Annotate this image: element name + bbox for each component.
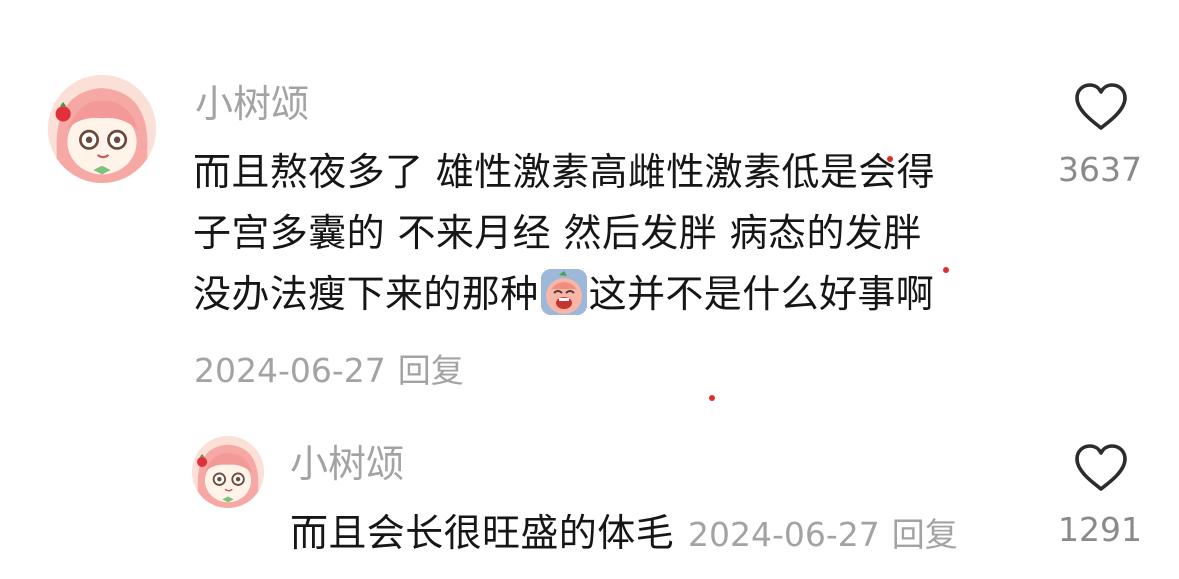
crying-face-sticker-icon xyxy=(540,269,587,315)
anime-girl-avatar-icon xyxy=(48,75,156,183)
reply-reply-button[interactable]: 回复 xyxy=(892,515,958,554)
like-button[interactable] xyxy=(1073,82,1129,132)
reply-username[interactable]: 小树颂 xyxy=(290,442,404,486)
red-dot-marker xyxy=(887,156,893,162)
red-dot-marker xyxy=(943,267,949,273)
comment-text: 而且熬夜多了 雄性激素高雌性激素低是会得 子宫多囊的 不来月经 然后发胖 病态的… xyxy=(193,142,1023,325)
commenter-username[interactable]: 小树颂 xyxy=(195,82,309,126)
like-count: 3637 xyxy=(1058,150,1142,189)
red-dot-marker xyxy=(709,395,715,401)
comment-date: 2024-06-27 xyxy=(194,351,386,390)
reply-like-button[interactable] xyxy=(1073,443,1129,493)
reply-text: 而且会长很旺盛的体毛 xyxy=(290,511,675,555)
comment-line-part: 没办法瘦下来的那种 xyxy=(193,272,539,316)
reply-button[interactable]: 回复 xyxy=(398,351,464,390)
reply-avatar[interactable] xyxy=(192,436,264,508)
heart-outline-icon xyxy=(1075,83,1127,130)
comment-line: 而且熬夜多了 雄性激素高雌性激素低是会得 xyxy=(193,150,936,194)
comment-line: 没办法瘦下来的那种 这并不是什么好事啊 xyxy=(193,264,1023,325)
heart-outline-icon xyxy=(1075,444,1127,491)
commenter-avatar[interactable] xyxy=(48,75,156,183)
comment-line: 子宫多囊的 不来月经 然后发胖 病态的发胖 xyxy=(193,211,922,255)
comment-meta: 2024-06-27 回复 xyxy=(194,350,464,392)
anime-girl-avatar-icon xyxy=(192,436,264,508)
reply-date: 2024-06-27 xyxy=(688,515,880,554)
reply-content-row: 而且会长很旺盛的体毛 2024-06-27 回复 xyxy=(290,508,958,557)
reply-like-count: 1291 xyxy=(1058,510,1142,549)
comment-line-part: 这并不是什么好事啊 xyxy=(588,272,935,316)
